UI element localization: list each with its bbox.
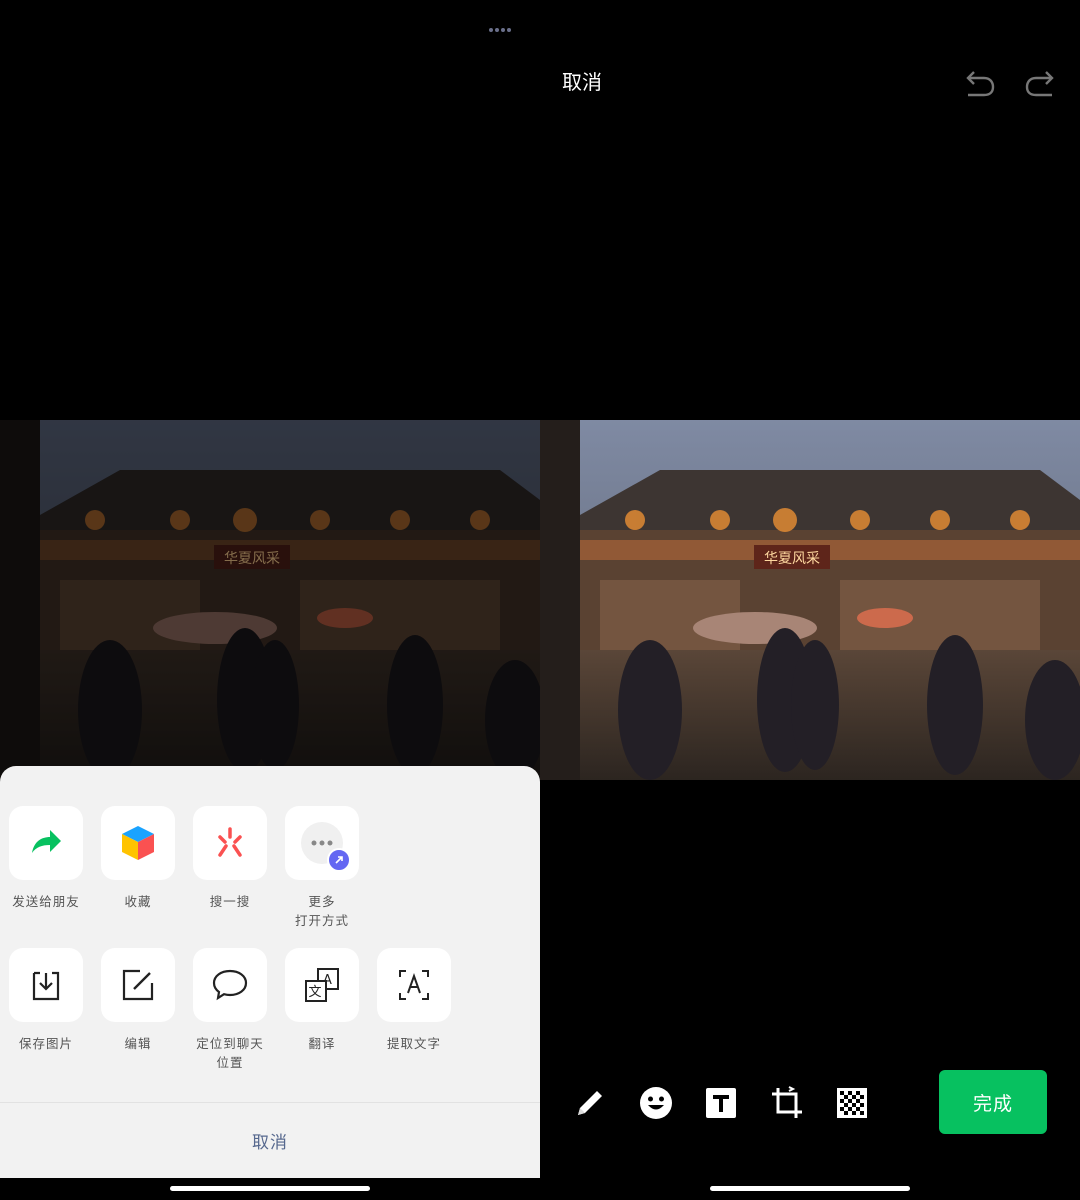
- sheet-item-label: 发送给朋友: [12, 894, 80, 909]
- undo-button[interactable]: [964, 66, 998, 100]
- crop-tool-button[interactable]: [769, 1085, 805, 1121]
- emoji-tool-button[interactable]: [638, 1085, 674, 1121]
- extract-tile: [377, 948, 451, 1022]
- more-open-button[interactable]: 更多 打开方式: [276, 806, 368, 930]
- mosaic-tool-button[interactable]: [834, 1085, 870, 1121]
- undo-icon: [966, 71, 995, 97]
- edit-button[interactable]: 编辑: [92, 948, 184, 1053]
- search-one-icon: [218, 827, 242, 857]
- editor-cancel-button[interactable]: 取消: [562, 66, 602, 95]
- street-photo: 华夏风采: [0, 420, 540, 780]
- favorite-button[interactable]: 收藏: [92, 806, 184, 911]
- sheet-cancel-button[interactable]: 取消: [0, 1102, 540, 1178]
- status-dots: [489, 28, 511, 32]
- text-tool-button[interactable]: [703, 1085, 739, 1121]
- save-image-icon: [32, 971, 60, 1001]
- redo-icon: [1025, 71, 1054, 97]
- extract-text-button[interactable]: 提取文字: [368, 948, 460, 1053]
- share-sheet: 发送给朋友 收藏 搜一搜 更多 打开方式 保存图片 编辑 定位到聊天 位置 A …: [0, 766, 540, 1178]
- chat-locate-icon: [212, 969, 248, 1001]
- edit-icon: [122, 969, 154, 1001]
- svg-text:文: 文: [309, 985, 322, 1000]
- sheet-item-label: 提取文字: [386, 1036, 441, 1051]
- photo-preview[interactable]: 华夏风采: [0, 420, 540, 780]
- favorite-tile: [101, 806, 175, 880]
- done-button[interactable]: 完成: [939, 1070, 1047, 1134]
- extract-text-icon: [399, 970, 429, 1000]
- sheet-item-label: 翻译: [308, 1036, 336, 1051]
- redo-button[interactable]: [1022, 66, 1056, 100]
- right-editor-screen: 取消 华夏风采 完成: [540, 0, 1080, 1200]
- locate-in-chat-button[interactable]: 定位到聊天 位置: [184, 948, 276, 1072]
- pencil-icon: [578, 1091, 602, 1115]
- sheet-item-label: 保存图片: [18, 1036, 73, 1051]
- save-tile: [9, 948, 83, 1022]
- translate-icon: A 文: [305, 968, 339, 1002]
- crop-rotate-icon: [772, 1086, 802, 1118]
- translate-tile: A 文: [285, 948, 359, 1022]
- translate-button[interactable]: A 文 翻译: [276, 948, 368, 1053]
- home-indicator: [170, 1186, 370, 1191]
- share-tile: [9, 806, 83, 880]
- share-arrow-icon: [32, 830, 61, 853]
- home-indicator: [710, 1186, 910, 1191]
- mini-program-badge-icon: [327, 848, 351, 872]
- text-icon: [706, 1088, 736, 1118]
- edit-tile: [101, 948, 175, 1022]
- street-photo: 华夏风采: [540, 420, 1080, 780]
- sheet-item-label: 编辑: [124, 1036, 152, 1051]
- sheet-item-label: 定位到聊天 位置: [196, 1036, 264, 1070]
- sheet-item-label: 收藏: [124, 894, 152, 909]
- pencil-tool-button[interactable]: [572, 1085, 608, 1121]
- emoji-icon: [640, 1087, 672, 1119]
- more-tile: [285, 806, 359, 880]
- favorite-cube-icon: [122, 826, 154, 860]
- save-image-button[interactable]: 保存图片: [0, 948, 92, 1053]
- chat-tile: [193, 948, 267, 1022]
- send-to-friend-button[interactable]: 发送给朋友: [0, 806, 92, 911]
- photo-being-edited[interactable]: 华夏风采: [540, 420, 1080, 780]
- sheet-item-label: 搜一搜: [209, 894, 251, 909]
- mosaic-icon: [837, 1088, 867, 1118]
- search-tile: [193, 806, 267, 880]
- sheet-item-label: 更多 打开方式: [294, 894, 349, 928]
- shop-sign-text: 华夏风采: [764, 551, 820, 567]
- search-one-button[interactable]: 搜一搜: [184, 806, 276, 911]
- shop-sign-text: 华夏风采: [224, 551, 280, 567]
- left-share-screen: 华夏风采 发送给朋友 收藏 搜一搜 更多 打开方式 保存图片 编辑 定位到聊天 …: [0, 0, 540, 1200]
